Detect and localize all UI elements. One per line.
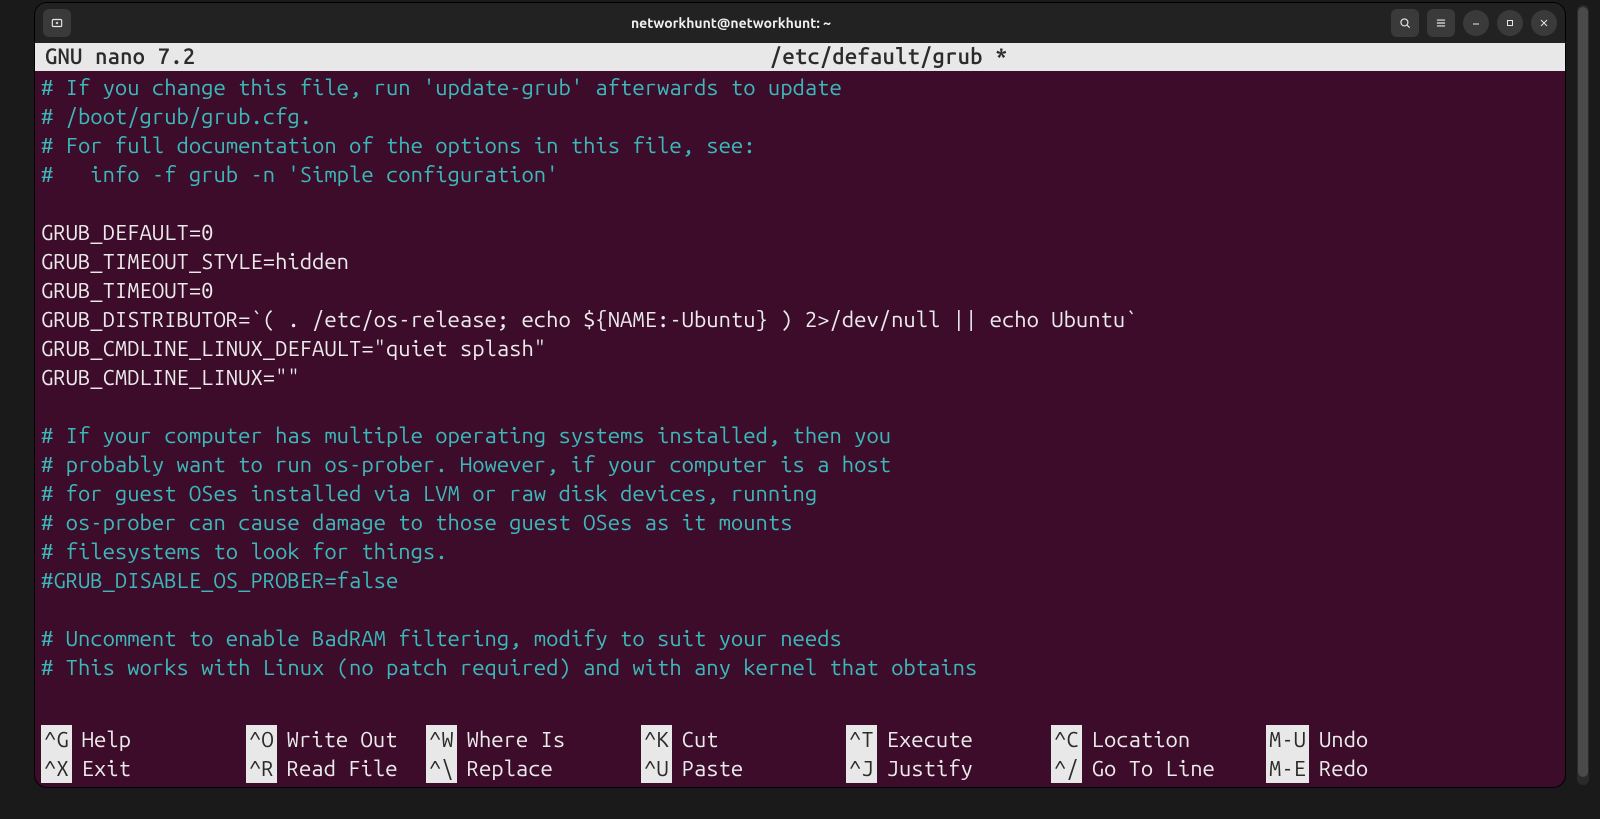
editor-line: # If you change this file, run 'update-g…	[41, 73, 1559, 102]
shortcut-read-file: ^R Read File	[246, 754, 426, 783]
editor-line: # os-prober can cause damage to those gu…	[41, 508, 1559, 537]
window-scrollbar[interactable]	[1577, 5, 1589, 785]
editor-line: GRUB_CMDLINE_LINUX=""	[41, 363, 1559, 392]
shortcut-label: Execute	[887, 725, 973, 754]
shortcut-key: ^K	[641, 725, 672, 754]
maximize-icon	[1504, 17, 1516, 29]
shortcut-where-is: ^W Where Is	[426, 725, 641, 754]
scrollbar-thumb[interactable]	[1578, 7, 1588, 777]
close-button[interactable]	[1531, 10, 1557, 36]
shortcut-label: Location	[1092, 725, 1191, 754]
shortcut-label: Paste	[682, 754, 744, 783]
editor-line	[41, 392, 1559, 421]
shortcut-undo: M-U Undo	[1266, 725, 1446, 754]
shortcut-go-to-line: ^/ Go To Line	[1051, 754, 1266, 783]
new-tab-button[interactable]	[43, 9, 71, 37]
nano-shortcut-bar: ^G Help ^O Write Out ^W Where Is ^K Cut ^T Execut…	[35, 725, 1565, 787]
editor-line: # Uncomment to enable BadRAM filtering, …	[41, 624, 1559, 653]
shortcut-label: Go To Line	[1092, 754, 1215, 783]
shortcut-help: ^G Help	[41, 725, 246, 754]
shortcut-key: ^W	[426, 725, 457, 754]
shortcut-key: ^\	[426, 754, 457, 783]
editor-line: # for guest OSes installed via LVM or ra…	[41, 479, 1559, 508]
nano-editor-area[interactable]: # If you change this file, run 'update-g…	[35, 71, 1565, 725]
shortcut-label: Where Is	[467, 725, 566, 754]
shortcut-label: Help	[82, 725, 131, 754]
shortcut-key: ^J	[846, 754, 877, 783]
shortcut-key: ^X	[41, 754, 72, 783]
menu-button[interactable]	[1427, 9, 1455, 37]
editor-line: GRUB_TIMEOUT=0	[41, 276, 1559, 305]
terminal-window: networkhunt@networkhunt: ~	[35, 3, 1565, 787]
minimize-icon	[1470, 17, 1482, 29]
editor-line: GRUB_DEFAULT=0	[41, 218, 1559, 247]
shortcut-label: Read File	[287, 754, 398, 783]
hamburger-icon	[1434, 16, 1448, 30]
editor-line: GRUB_TIMEOUT_STYLE=hidden	[41, 247, 1559, 276]
shortcut-key: M-E	[1266, 754, 1309, 783]
shortcut-label: Redo	[1319, 754, 1368, 783]
shortcut-key: M-U	[1266, 725, 1309, 754]
nano-app-name: GNU nano 7.2	[45, 44, 195, 69]
shortcut-write-out: ^O Write Out	[246, 725, 426, 754]
shortcut-label: Replace	[467, 754, 553, 783]
editor-line: # probably want to run os-prober. Howeve…	[41, 450, 1559, 479]
window-titlebar: networkhunt@networkhunt: ~	[35, 3, 1565, 43]
shortcut-justify: ^J Justify	[846, 754, 1051, 783]
editor-line	[41, 595, 1559, 624]
shortcut-label: Cut	[682, 725, 719, 754]
shortcut-paste: ^U Paste	[641, 754, 846, 783]
maximize-button[interactable]	[1497, 10, 1523, 36]
editor-line: # For full documentation of the options …	[41, 131, 1559, 160]
shortcut-location: ^C Location	[1051, 725, 1266, 754]
shortcut-label: Justify	[887, 754, 973, 783]
shortcut-key: ^G	[41, 725, 72, 754]
shortcut-exit: ^X Exit	[41, 754, 246, 783]
editor-line: GRUB_DISTRIBUTOR=`( . /etc/os-release; e…	[41, 305, 1559, 334]
editor-line: #GRUB_DISABLE_OS_PROBER=false	[41, 566, 1559, 595]
shortcut-key: ^/	[1051, 754, 1082, 783]
editor-line: # /boot/grub/grub.cfg.	[41, 102, 1559, 131]
shortcut-key: ^T	[846, 725, 877, 754]
editor-line: # If your computer has multiple operatin…	[41, 421, 1559, 450]
close-icon	[1538, 17, 1550, 29]
editor-line: # info -f grub -n 'Simple configuration'	[41, 160, 1559, 189]
shortcut-key: ^U	[641, 754, 672, 783]
editor-line: # This works with Linux (no patch requir…	[41, 653, 1559, 682]
shortcut-key: ^C	[1051, 725, 1082, 754]
window-title: networkhunt@networkhunt: ~	[71, 15, 1391, 31]
shortcut-redo: M-E Redo	[1266, 754, 1446, 783]
search-button[interactable]	[1391, 9, 1419, 37]
nano-header-bar: GNU nano 7.2 /etc/default/grub *	[35, 43, 1565, 71]
editor-line	[41, 189, 1559, 218]
shortcut-replace: ^\ Replace	[426, 754, 641, 783]
shortcut-key: ^O	[246, 725, 277, 754]
editor-line: GRUB_CMDLINE_LINUX_DEFAULT="quiet splash…	[41, 334, 1559, 363]
new-tab-icon	[50, 16, 64, 30]
search-icon	[1398, 16, 1412, 30]
shortcut-execute: ^T Execute	[846, 725, 1051, 754]
shortcut-label: Exit	[82, 754, 131, 783]
minimize-button[interactable]	[1463, 10, 1489, 36]
shortcut-label: Write Out	[287, 725, 398, 754]
nano-file-name: /etc/default/grub *	[770, 44, 1008, 69]
shortcut-cut: ^K Cut	[641, 725, 846, 754]
shortcut-label: Undo	[1319, 725, 1368, 754]
shortcut-key: ^R	[246, 754, 277, 783]
editor-line: # filesystems to look for things.	[41, 537, 1559, 566]
